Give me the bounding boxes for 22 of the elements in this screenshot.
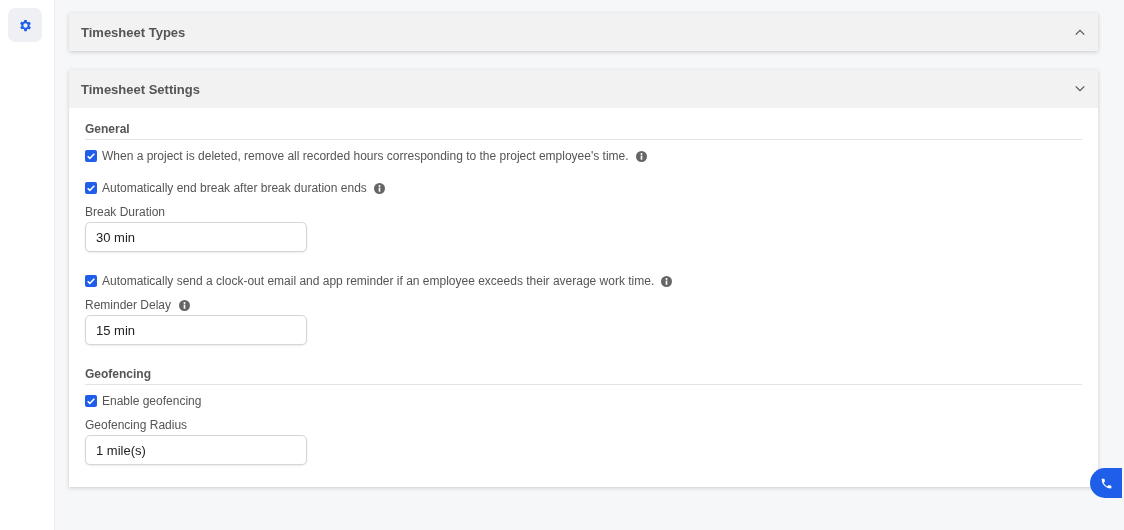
- checkbox[interactable]: [85, 275, 97, 287]
- settings-button[interactable]: [8, 8, 42, 42]
- field-label: Reminder Delay: [85, 298, 172, 312]
- checkbox-label: Automatically end break after break duration ends: [102, 181, 367, 195]
- checkbox-label: When a project is deleted, remove all recorded hours corresponding to the project employee's time.: [102, 149, 629, 163]
- input-field[interactable]: 15 min: [85, 315, 307, 345]
- section-heading: General: [85, 122, 1082, 140]
- settings-icon: [17, 17, 33, 33]
- panel-header[interactable]: Timesheet Types: [69, 13, 1098, 51]
- input-field[interactable]: 30 min: [85, 222, 307, 252]
- panel-header[interactable]: Timesheet Settings: [69, 70, 1098, 108]
- section-heading: Geofencing: [85, 367, 1082, 385]
- checkbox-label: Automatically send a clock-out email and app reminder if an employee exceeds their average work time.: [102, 274, 655, 288]
- field-label: Geofencing Radius: [85, 418, 188, 432]
- checkbox[interactable]: [85, 150, 97, 162]
- checkbox-label: Enable geofencing: [102, 394, 202, 408]
- phone-icon: [1099, 476, 1113, 490]
- input-field[interactable]: 1 mile(s): [85, 435, 307, 465]
- call-button[interactable]: [1090, 468, 1122, 498]
- checkbox[interactable]: [85, 182, 97, 194]
- checkbox[interactable]: [85, 395, 97, 407]
- field-label: Break Duration: [85, 205, 166, 219]
